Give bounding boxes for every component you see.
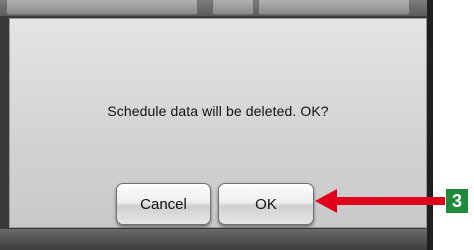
dialog-message: Schedule data will be deleted. OK?	[107, 103, 329, 119]
top-bar	[0, 0, 433, 16]
bottom-bar	[0, 229, 433, 250]
ok-button[interactable]: OK	[218, 183, 314, 225]
arrow-head	[315, 189, 445, 213]
pointer-arrow-icon	[315, 189, 445, 213]
top-bar-segment	[212, 0, 254, 15]
cancel-button[interactable]: Cancel	[116, 183, 211, 225]
step-number-badge: 3	[446, 189, 468, 213]
top-bar-segment	[258, 0, 410, 15]
top-bar-segment	[6, 0, 198, 15]
